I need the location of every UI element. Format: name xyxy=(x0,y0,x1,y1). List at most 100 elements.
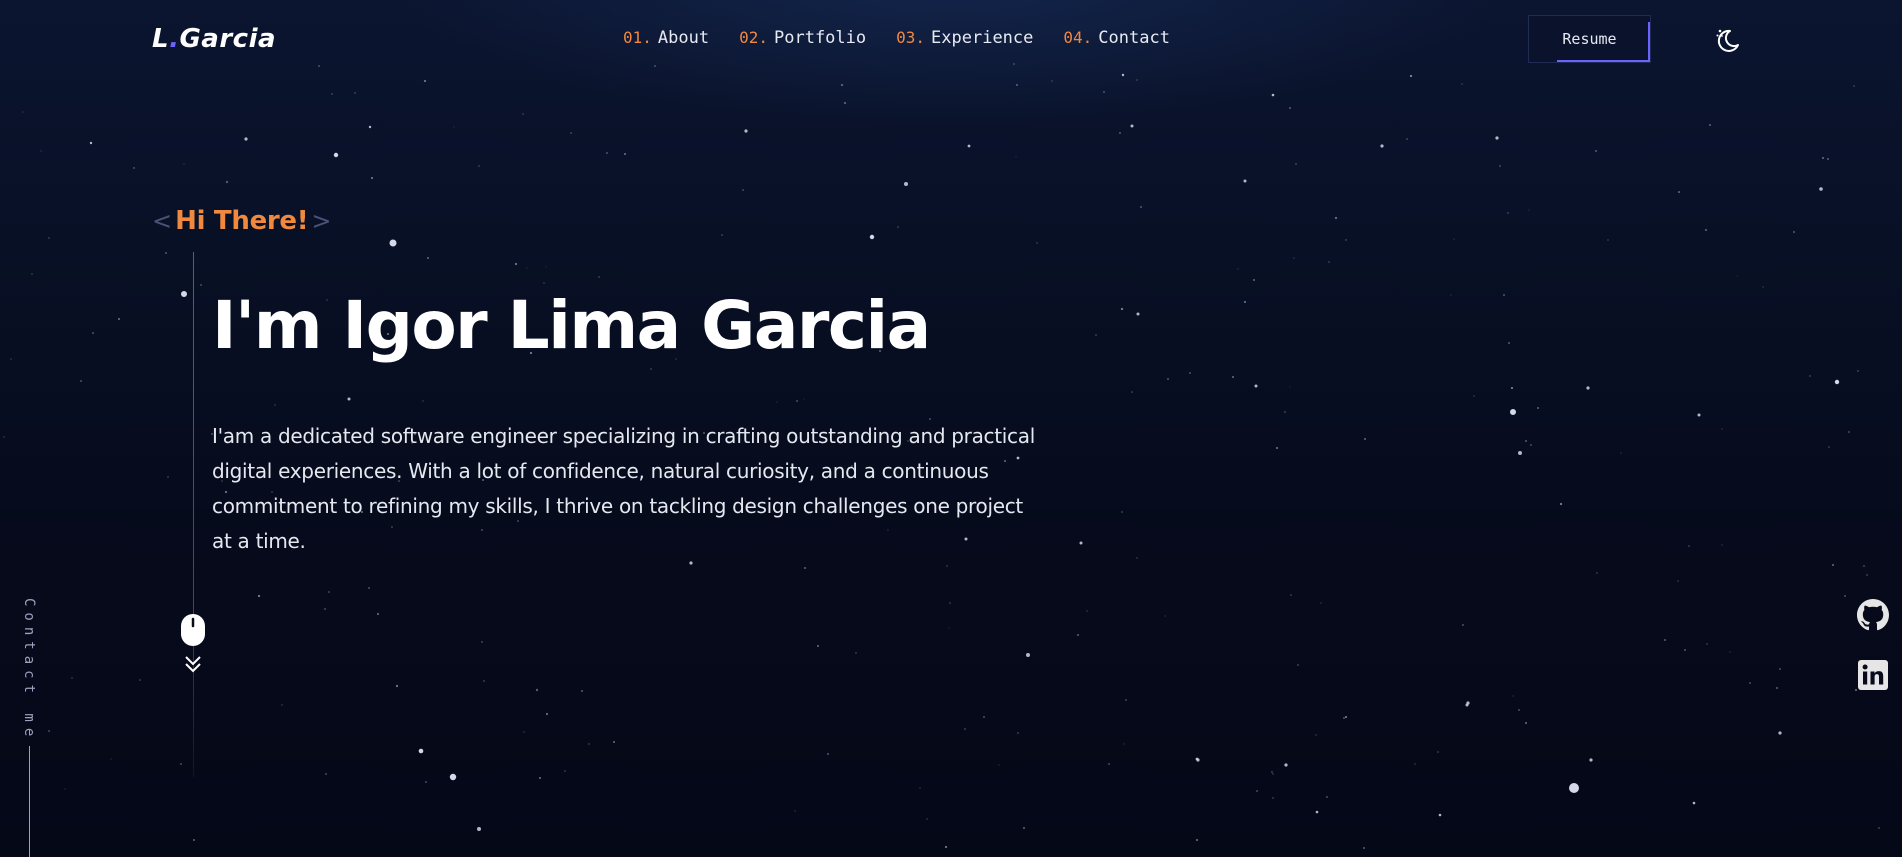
star xyxy=(1272,773,1274,775)
contact-me-link[interactable]: Contact me xyxy=(21,598,37,742)
star xyxy=(257,594,261,598)
star xyxy=(998,764,1000,766)
star xyxy=(570,132,572,134)
star xyxy=(1877,826,1881,830)
linkedin-link[interactable] xyxy=(1857,659,1889,691)
star xyxy=(91,331,95,335)
star xyxy=(3,436,5,438)
theme-toggle-button[interactable] xyxy=(1714,26,1742,54)
resume-button[interactable]: Resume xyxy=(1528,15,1651,63)
star xyxy=(522,113,524,115)
star xyxy=(919,787,921,789)
star xyxy=(418,748,424,754)
star xyxy=(904,182,908,186)
star xyxy=(71,677,73,679)
nav-label: Experience xyxy=(931,28,1034,48)
star xyxy=(1620,452,1622,454)
star xyxy=(543,282,545,284)
star xyxy=(1296,663,1300,667)
star xyxy=(449,773,457,781)
star xyxy=(840,83,844,87)
star xyxy=(422,400,424,402)
star xyxy=(982,715,986,719)
scroll-down-button[interactable] xyxy=(180,613,206,651)
star xyxy=(80,380,82,382)
nav-item-about[interactable]: 01. About xyxy=(623,28,709,48)
star xyxy=(1827,158,1829,160)
star xyxy=(1499,165,1501,167)
star xyxy=(1569,783,1579,793)
star xyxy=(1166,377,1170,381)
star xyxy=(1125,699,1127,701)
star xyxy=(612,740,616,744)
star xyxy=(720,233,724,237)
star xyxy=(1086,610,1088,612)
star xyxy=(1254,384,1258,388)
star xyxy=(1594,149,1598,153)
star xyxy=(354,92,356,94)
star xyxy=(453,126,455,128)
nav-item-contact[interactable]: 04. Contact xyxy=(1063,28,1170,48)
star xyxy=(110,758,112,760)
bracket-open: < xyxy=(152,207,173,235)
star xyxy=(1271,771,1273,773)
star xyxy=(1164,615,1166,617)
star xyxy=(1077,634,1079,636)
star xyxy=(742,189,744,191)
logo-dot: . xyxy=(169,24,180,54)
star xyxy=(328,591,330,593)
star xyxy=(1345,239,1347,241)
star xyxy=(1131,391,1133,393)
star xyxy=(539,777,541,779)
star xyxy=(317,64,321,68)
star xyxy=(1380,144,1384,148)
star xyxy=(389,239,397,247)
greeting: < Hi There! > xyxy=(152,206,331,236)
star xyxy=(22,111,24,113)
star xyxy=(139,679,141,681)
star xyxy=(1119,132,1121,134)
star xyxy=(1414,763,1416,765)
linkedin-icon xyxy=(1858,660,1888,690)
star xyxy=(165,252,167,254)
star xyxy=(1473,395,1475,397)
star xyxy=(1276,447,1278,449)
star xyxy=(689,561,693,565)
star xyxy=(424,780,428,784)
hero-headline: I'm Igor Lima Garcia xyxy=(212,287,931,364)
logo-letter: L xyxy=(152,24,170,54)
github-icon xyxy=(1857,599,1889,631)
star xyxy=(1819,187,1823,191)
star xyxy=(1252,278,1256,282)
star xyxy=(606,152,608,154)
star xyxy=(1530,444,1532,446)
star xyxy=(1328,261,1330,263)
star xyxy=(477,827,481,831)
star xyxy=(624,153,626,155)
star xyxy=(1195,838,1199,842)
star xyxy=(967,144,971,148)
resume-button-label: Resume xyxy=(1562,30,1617,48)
nav-item-experience[interactable]: 03. Experience xyxy=(896,28,1033,48)
star xyxy=(1508,342,1510,344)
star xyxy=(183,163,185,165)
star xyxy=(1362,846,1366,850)
star xyxy=(1293,257,1295,259)
site-logo[interactable]: L.Garcia xyxy=(152,24,276,54)
star xyxy=(514,262,518,266)
star xyxy=(1596,572,1598,574)
star xyxy=(1721,544,1723,546)
star xyxy=(331,93,333,95)
nav-number: 04. xyxy=(1063,28,1093,47)
nav-item-portfolio[interactable]: 02. Portfolio xyxy=(739,28,866,48)
moon-stars-icon xyxy=(1716,29,1739,52)
star xyxy=(1022,826,1026,830)
star xyxy=(896,225,900,229)
star xyxy=(1847,430,1851,434)
star xyxy=(1775,686,1779,690)
star xyxy=(1121,511,1123,513)
star xyxy=(1844,595,1846,597)
bracket-close: > xyxy=(311,207,332,235)
star xyxy=(744,129,748,133)
github-link[interactable] xyxy=(1857,599,1889,631)
